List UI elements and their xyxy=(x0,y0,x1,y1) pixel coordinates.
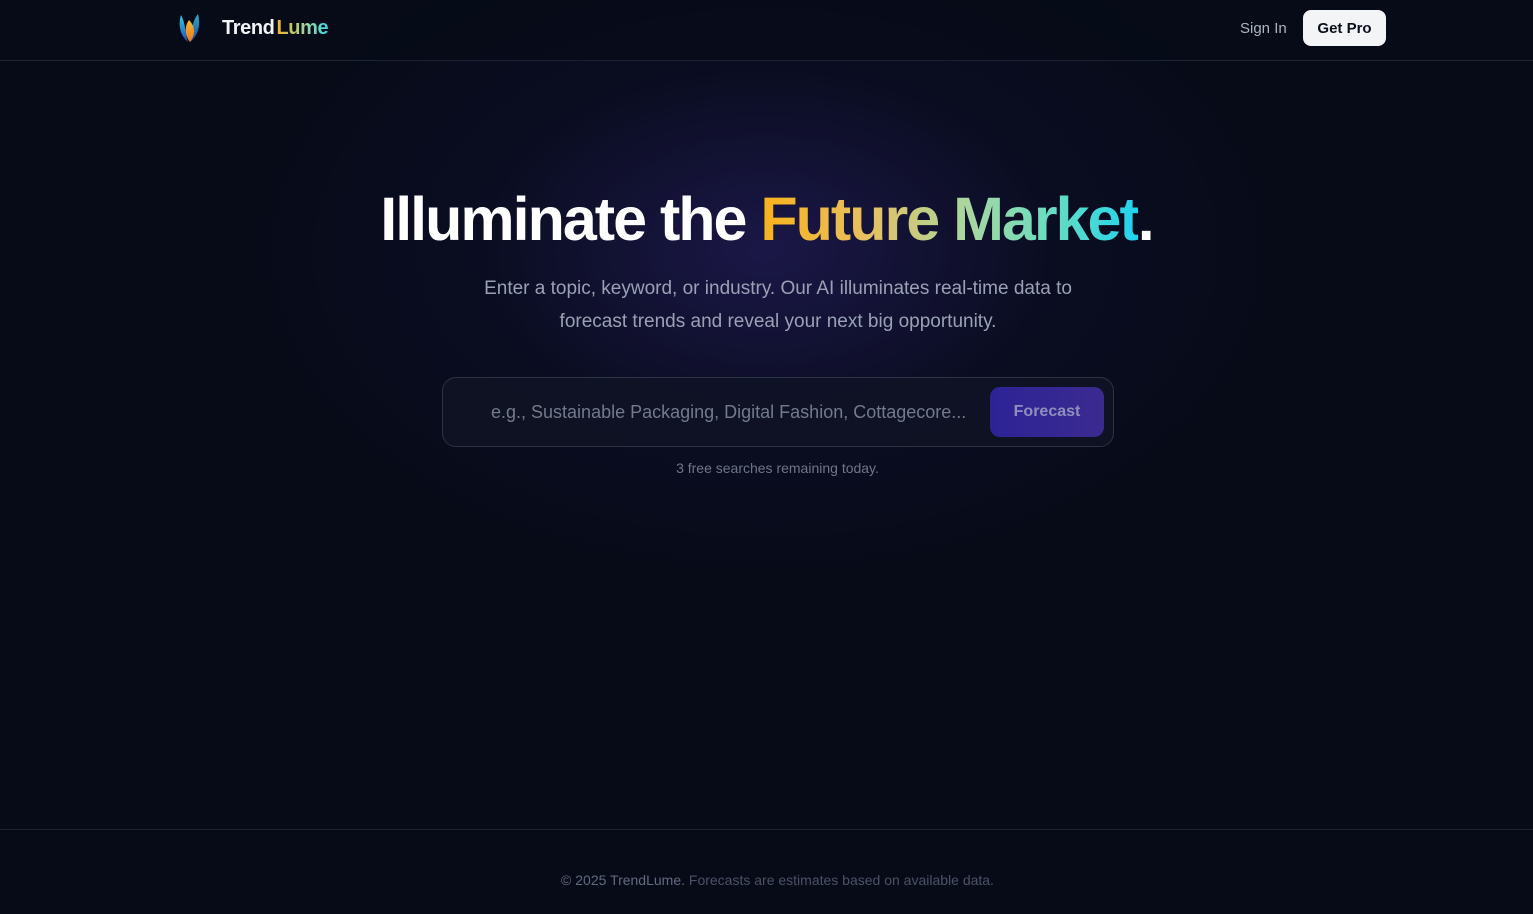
footer-copyright: © 2025 TrendLume. xyxy=(561,872,685,888)
brand-name-part2: Lume xyxy=(276,16,329,39)
brand-name: Trend Lume xyxy=(222,16,329,40)
logo-link[interactable]: Trend Lume xyxy=(176,11,329,45)
searches-remaining-note: 3 free searches remaining today. xyxy=(676,460,879,476)
top-navbar: Trend Lume Sign In Get Pro xyxy=(0,0,1533,61)
hero-subtitle: Enter a topic, keyword, or industry. Our… xyxy=(484,278,1072,332)
footer-disclaimer: Forecasts are estimates based on availab… xyxy=(685,872,994,888)
sign-in-button[interactable]: Sign In xyxy=(1240,18,1287,38)
brand-name-part1: Trend xyxy=(222,16,275,39)
search-bar: Forecast xyxy=(442,377,1114,447)
forecast-button[interactable]: Forecast xyxy=(990,387,1104,437)
hero-title-end: . xyxy=(1137,185,1155,253)
footer: © 2025 TrendLume. Forecasts are estimate… xyxy=(0,829,1533,914)
search-input[interactable] xyxy=(465,388,995,436)
footer-text: © 2025 TrendLume. Forecasts are estimate… xyxy=(0,872,1533,888)
hero-title: Illuminate the Future Market. xyxy=(0,183,1533,255)
flame-leaf-logo-icon xyxy=(179,14,200,42)
hero-title-part1: Illuminate the xyxy=(380,185,761,253)
hero-title-highlight: Future Market xyxy=(760,185,1139,253)
get-pro-button[interactable]: Get Pro xyxy=(1303,10,1386,46)
